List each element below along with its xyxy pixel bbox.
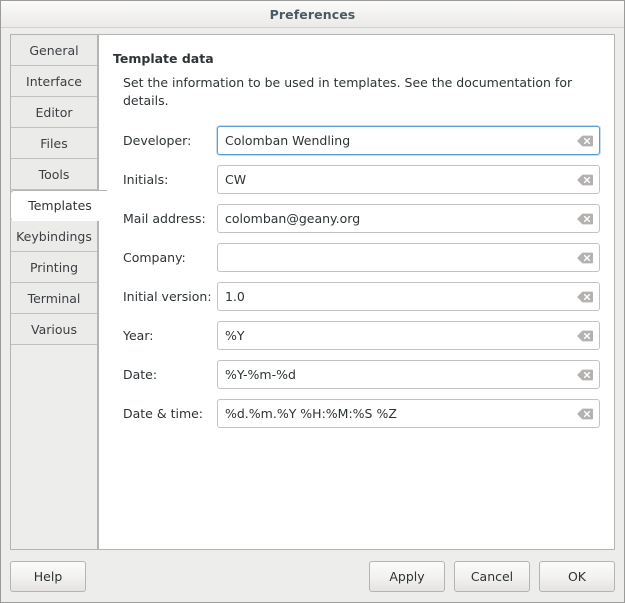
dialog-primary-actions: Apply Cancel OK [369, 561, 615, 592]
sidebar-filler [11, 345, 97, 545]
date-time-input[interactable] [217, 399, 600, 428]
field-wrapper-date [217, 360, 600, 389]
help-button[interactable]: Help [10, 561, 86, 592]
sidebar-item-label: Tools [39, 167, 70, 182]
dialog-action-bar: Help Apply Cancel OK [1, 550, 624, 602]
clear-entry-icon[interactable] [577, 369, 593, 381]
year-input[interactable] [217, 321, 600, 350]
form-row-date-time: Date & time: [123, 399, 600, 428]
field-wrapper-date-time [217, 399, 600, 428]
sidebar-item-keybindings[interactable]: Keybindings [11, 221, 97, 252]
apply-button[interactable]: Apply [369, 561, 445, 592]
form-row-mail-address: Mail address: [123, 204, 600, 233]
cancel-button[interactable]: Cancel [454, 561, 530, 592]
sidebar-item-label: General [29, 43, 78, 58]
field-label-company: Company: [123, 250, 217, 265]
field-wrapper-initials [217, 165, 600, 194]
page-description: Set the information to be used in templa… [113, 74, 600, 110]
sidebar-item-label: Keybindings [16, 229, 92, 244]
sidebar-item-label: Terminal [28, 291, 81, 306]
clear-entry-icon[interactable] [577, 330, 593, 342]
sidebar-item-templates[interactable]: Templates [10, 190, 109, 221]
field-label-mail-address: Mail address: [123, 211, 217, 226]
sidebar-item-label: Printing [30, 260, 78, 275]
field-label-date: Date: [123, 367, 217, 382]
form-row-initials: Initials: [123, 165, 600, 194]
sidebar-item-editor[interactable]: Editor [11, 97, 97, 128]
form-row-company: Company: [123, 243, 600, 272]
form-row-date: Date: [123, 360, 600, 389]
template-data-form: Developer: Initials: Mail address: Company:… [113, 126, 600, 428]
preferences-dialog: Preferences General Interface Editor Files T… [0, 0, 625, 603]
sidebar-item-terminal[interactable]: Terminal [11, 283, 97, 314]
form-row-developer: Developer: [123, 126, 600, 155]
initials-input[interactable] [217, 165, 600, 194]
sidebar-item-general[interactable]: General [11, 35, 97, 66]
page-title: Template data [113, 51, 600, 66]
sidebar-item-label: Editor [36, 105, 73, 120]
developer-input[interactable] [217, 126, 600, 155]
sidebar-item-tools[interactable]: Tools [11, 159, 97, 190]
sidebar-item-label: Files [40, 136, 67, 151]
field-label-developer: Developer: [123, 133, 217, 148]
mail-address-input[interactable] [217, 204, 600, 233]
content-panel: Template data Set the information to be … [98, 34, 615, 550]
sidebar-item-printing[interactable]: Printing [11, 252, 97, 283]
date-input[interactable] [217, 360, 600, 389]
field-wrapper-year [217, 321, 600, 350]
initial-version-input[interactable] [217, 282, 600, 311]
sidebar-item-label: Interface [26, 74, 82, 89]
clear-entry-icon[interactable] [577, 252, 593, 264]
field-label-date-time: Date & time: [123, 406, 217, 421]
clear-entry-icon[interactable] [577, 408, 593, 420]
field-wrapper-initial-version [217, 282, 600, 311]
field-label-year: Year: [123, 328, 217, 343]
field-wrapper-company [217, 243, 600, 272]
sidebar-item-label: Various [31, 322, 77, 337]
form-row-year: Year: [123, 321, 600, 350]
field-label-initials: Initials: [123, 172, 217, 187]
sidebar-tab-list: General Interface Editor Files Tools Template… [10, 34, 98, 550]
sidebar-item-files[interactable]: Files [11, 128, 97, 159]
ok-button[interactable]: OK [539, 561, 615, 592]
form-row-initial-version: Initial version: [123, 282, 600, 311]
clear-entry-icon[interactable] [577, 291, 593, 303]
field-wrapper-developer [217, 126, 600, 155]
field-label-initial-version: Initial version: [123, 289, 217, 304]
clear-entry-icon[interactable] [577, 135, 593, 147]
sidebar-item-various[interactable]: Various [11, 314, 97, 345]
window-title: Preferences [270, 7, 356, 22]
field-wrapper-mail-address [217, 204, 600, 233]
titlebar: Preferences [1, 1, 624, 28]
clear-entry-icon[interactable] [577, 213, 593, 225]
sidebar-item-interface[interactable]: Interface [11, 66, 97, 97]
sidebar-item-label: Templates [28, 198, 92, 213]
company-input[interactable] [217, 243, 600, 272]
clear-entry-icon[interactable] [577, 174, 593, 186]
dialog-body: General Interface Editor Files Tools Template… [1, 28, 624, 550]
